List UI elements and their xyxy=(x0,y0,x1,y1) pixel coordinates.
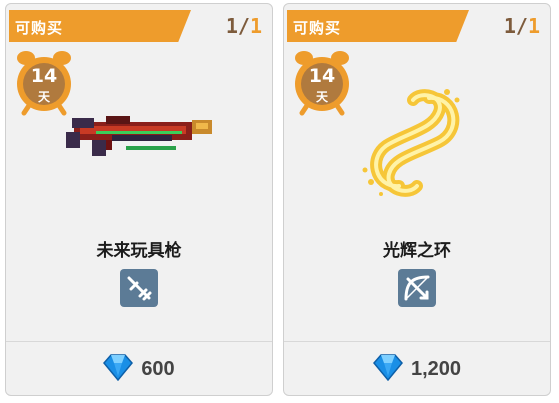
status-label: 可购买 xyxy=(293,20,342,37)
stock-counter: 1/1 xyxy=(504,14,540,38)
status-banner: 可购买 xyxy=(287,10,469,42)
price-value: 600 xyxy=(141,357,175,380)
price-button[interactable]: 600 xyxy=(6,353,272,386)
pixel-rifle-icon xyxy=(66,112,216,169)
timer-days: 14 xyxy=(308,65,336,87)
item-name: 未来玩具枪 xyxy=(96,241,182,260)
divider xyxy=(6,341,272,342)
alarm-clock-icon: 14 天 xyxy=(292,48,352,116)
stock-current: 1 xyxy=(225,14,238,38)
price-button[interactable]: 1,200 xyxy=(284,353,550,386)
blue-gem-icon xyxy=(372,353,403,386)
shop-card-future-toy-gun[interactable]: 可购买 1/1 14 天 未来玩具枪 600 xyxy=(5,3,273,396)
stock-separator: / xyxy=(515,14,528,38)
weapon-gun-icon xyxy=(120,269,158,307)
status-label: 可购买 xyxy=(15,20,64,37)
item-name: 光辉之环 xyxy=(383,241,451,260)
timer-unit: 天 xyxy=(315,90,328,104)
status-banner: 可购买 xyxy=(9,10,191,42)
weapon-bow-icon xyxy=(398,269,436,307)
stock-max: 1 xyxy=(249,14,262,38)
stock-current: 1 xyxy=(503,14,516,38)
stock-counter: 1/1 xyxy=(226,14,262,38)
stock-max: 1 xyxy=(527,14,540,38)
alarm-clock-icon: 14 天 xyxy=(14,48,74,116)
divider xyxy=(284,341,550,342)
price-value: 1,200 xyxy=(410,357,462,380)
blue-gem-icon xyxy=(103,353,134,386)
stock-separator: / xyxy=(237,14,250,38)
shop-card-radiant-ring[interactable]: 可购买 1/1 14 天 光辉之环 1,200 xyxy=(283,3,551,396)
radiant-ring-icon xyxy=(359,86,469,206)
timer-unit: 天 xyxy=(37,90,50,104)
timer-days: 14 xyxy=(30,65,58,87)
